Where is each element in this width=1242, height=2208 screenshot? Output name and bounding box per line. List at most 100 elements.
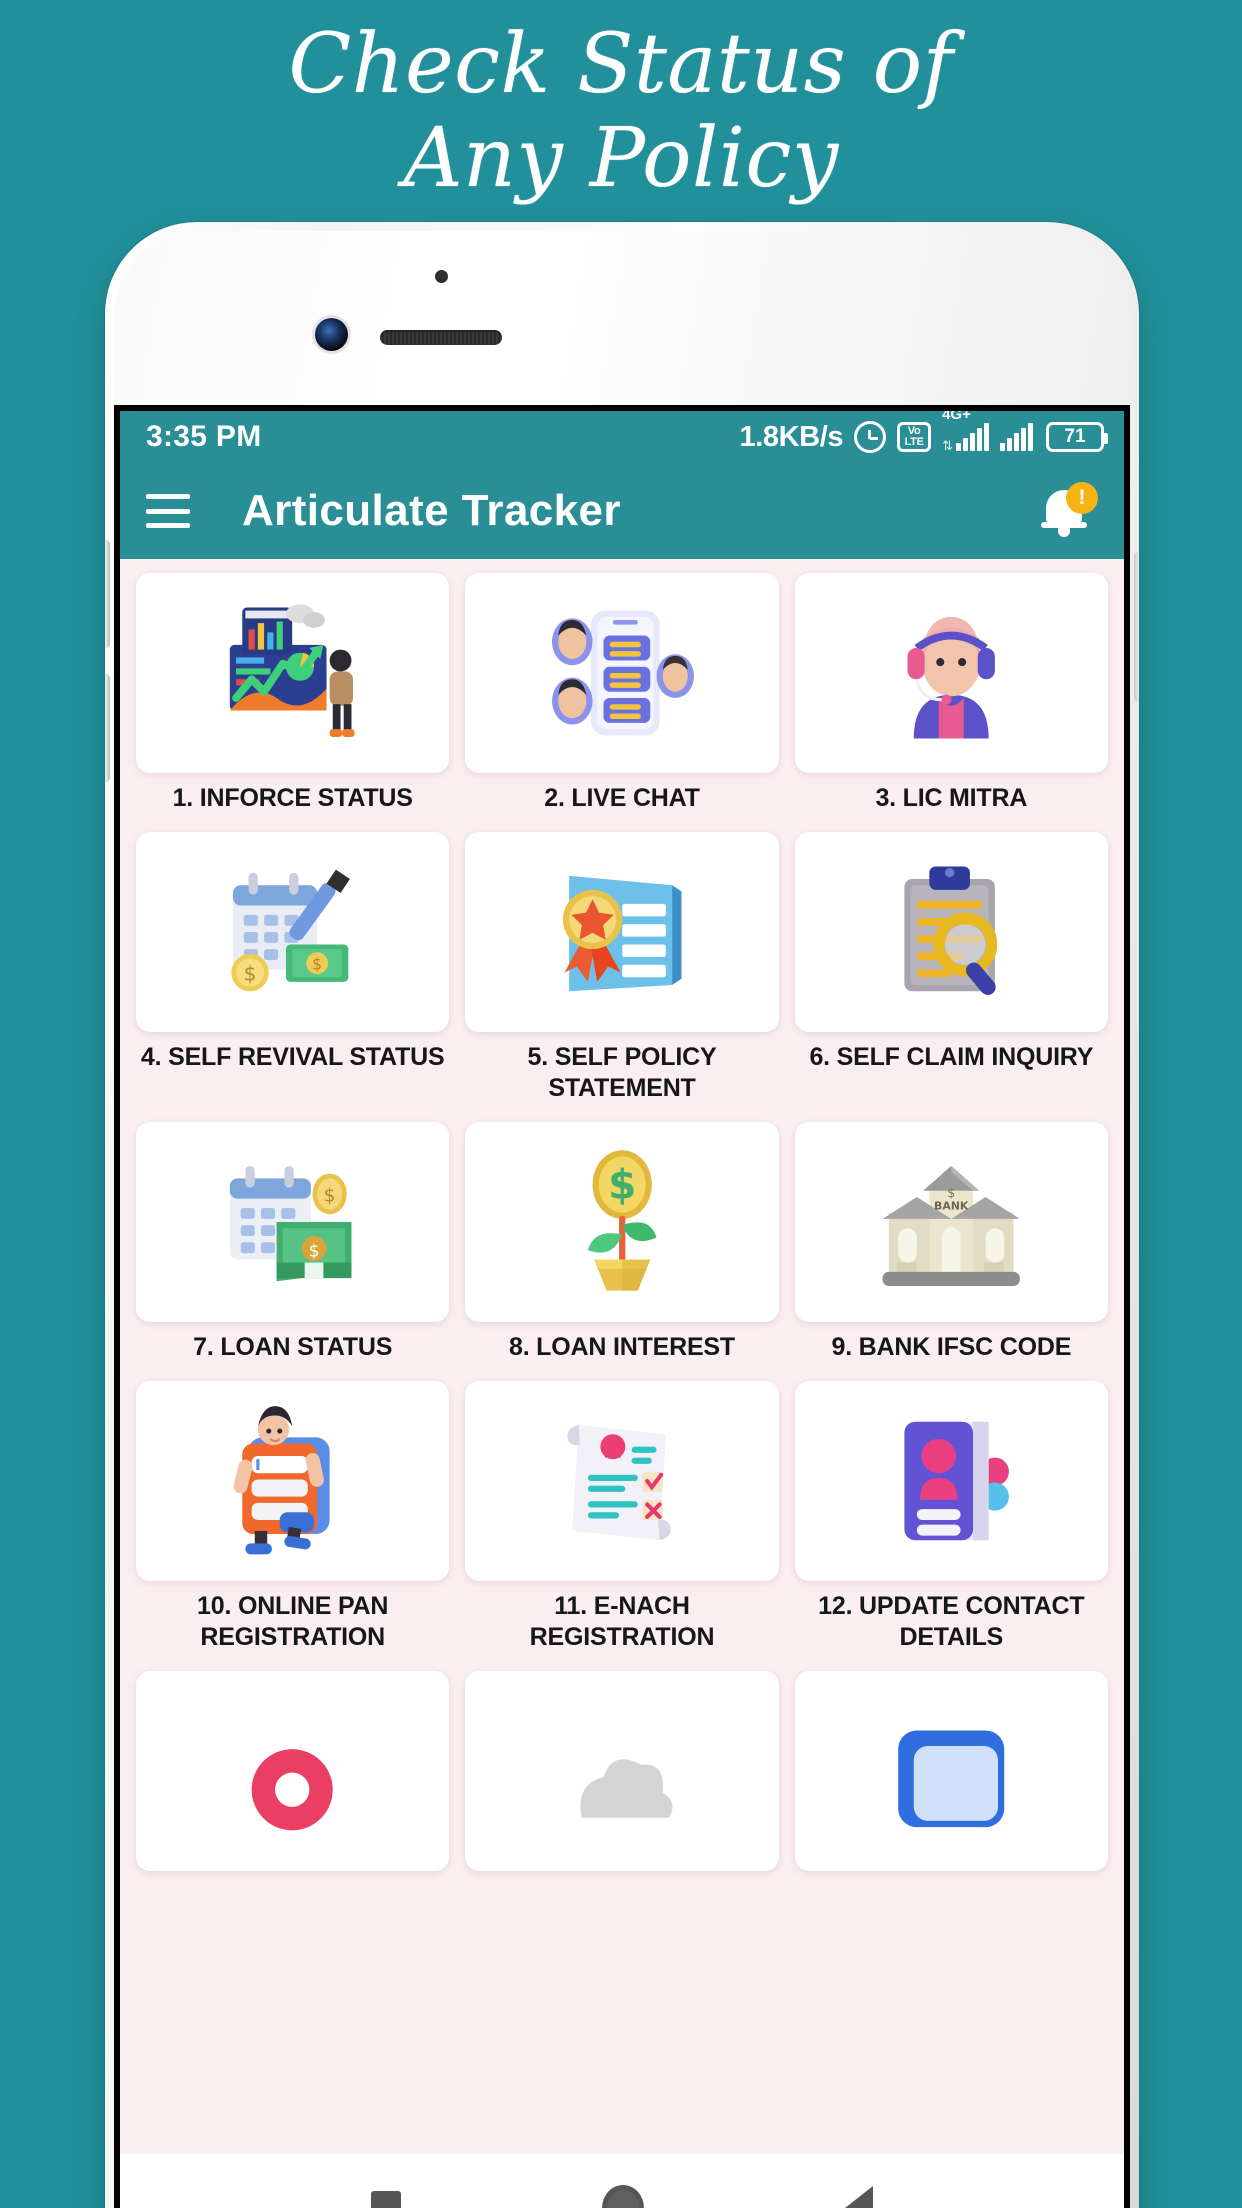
svg-text:$: $ xyxy=(313,955,323,973)
tile-image-card xyxy=(465,832,779,1032)
tile-image-card: $ BANK xyxy=(794,1122,1108,1322)
phone-screen: 3:35 PM 1.8KB/s Vo LTE 4G+ ⇅ 71 Articula… xyxy=(114,405,1130,2208)
grid-item-partial-2[interactable] xyxy=(465,1671,779,1899)
data-transfer-arrows-icon: ⇅ xyxy=(942,438,953,453)
svg-text:$: $ xyxy=(244,961,257,985)
svg-text:BANK: BANK xyxy=(934,1200,969,1213)
phone-device-mockup: 3:35 PM 1.8KB/s Vo LTE 4G+ ⇅ 71 Articula… xyxy=(105,222,1139,2208)
volume-down-button[interactable] xyxy=(105,674,110,782)
tile-image-card xyxy=(465,573,779,773)
contact-book-icon xyxy=(904,1421,1010,1541)
tile-label: 11. E-NACH REGISTRATION xyxy=(529,1592,715,1651)
signal-bars-secondary-icon xyxy=(1000,423,1033,451)
signal-bars-icon xyxy=(956,423,989,451)
signal-bars-icon-2 xyxy=(1000,423,1033,451)
earpiece-speaker xyxy=(380,330,502,345)
volte-bottom-text: LTE xyxy=(904,436,924,448)
android-navigation-bar xyxy=(120,2154,1124,2208)
feature-grid-scroll[interactable]: 1. INFORCE STATUS 2. LIVE CHAT 3. LIC MI… xyxy=(120,559,1124,2154)
battery-icon: 71 xyxy=(1046,422,1108,452)
grid-item-inforce-status[interactable]: 1. INFORCE STATUS xyxy=(136,573,450,832)
signal-bars-primary-icon: 4G+ ⇅ xyxy=(942,411,989,453)
calendar-cash-coin-icon: $ $ xyxy=(230,1165,352,1282)
person-form-registration-icon xyxy=(234,1406,331,1555)
svg-text:$: $ xyxy=(324,1186,336,1207)
money-plant-growth-icon: $ xyxy=(587,1150,657,1291)
volte-icon: Vo LTE xyxy=(897,422,932,452)
calendar-pencil-money-icon: $ $ xyxy=(231,869,351,992)
volume-up-button[interactable] xyxy=(105,540,110,648)
proximity-sensor-icon xyxy=(435,270,448,283)
tile-label: 8. LOAN INTEREST xyxy=(508,1333,735,1361)
tile-image-card: $ xyxy=(465,1122,779,1322)
statistics-chart-presentation-icon xyxy=(230,604,356,737)
headline-line-2: Any Policy xyxy=(403,111,839,206)
clipboard-magnifier-icon xyxy=(904,866,998,995)
grid-item-live-chat[interactable]: 2. LIVE CHAT xyxy=(465,573,779,832)
tile-label: 5. SELF POLICY STATEMENT xyxy=(527,1043,717,1102)
tile-image-card xyxy=(794,1381,1108,1581)
partial-grey-icon xyxy=(580,1759,673,1818)
svg-text:$: $ xyxy=(309,1241,320,1261)
grid-item-loan-interest[interactable]: $ 8. LOAN INTEREST xyxy=(465,1122,779,1381)
tile-image-card xyxy=(794,832,1108,1032)
tile-label: 2. LIVE CHAT xyxy=(544,784,700,812)
customer-support-headset-icon xyxy=(907,616,996,739)
feature-grid: 1. INFORCE STATUS 2. LIVE CHAT 3. LIC MI… xyxy=(136,573,1108,1899)
status-bar: 3:35 PM 1.8KB/s Vo LTE 4G+ ⇅ 71 xyxy=(120,411,1124,463)
back-triangle-icon[interactable] xyxy=(845,2186,874,2208)
tile-image-card: $ $ xyxy=(136,832,450,1032)
tile-label: 3. LIC MITRA xyxy=(875,784,1028,812)
network-type-text: 4G+ xyxy=(942,411,971,423)
chat-bubbles-phone-icon xyxy=(551,610,694,736)
page-title: Articulate Tracker xyxy=(242,486,621,535)
grid-item-partial-3[interactable] xyxy=(794,1671,1108,1899)
grid-item-self-revival-status[interactable]: $ $ 4. SELF REVIVAL STATUS xyxy=(136,832,450,1122)
grid-item-bank-ifsc-code[interactable]: $ BANK 9. BANK IFSC CODE xyxy=(794,1122,1108,1381)
grid-item-lic-mitra[interactable]: 3. LIC MITRA xyxy=(794,573,1108,832)
tile-label: 6. SELF CLAIM INQUIRY xyxy=(809,1043,1094,1071)
tile-label: 4. SELF REVIVAL STATUS xyxy=(140,1043,445,1071)
recents-square-icon[interactable] xyxy=(370,2191,401,2208)
svg-text:$: $ xyxy=(608,1161,636,1209)
tile-image-card xyxy=(465,1381,779,1581)
tile-label: 9. BANK IFSC CODE xyxy=(831,1333,1072,1361)
partial-pink-icon xyxy=(252,1749,334,1831)
tile-label: 1. INFORCE STATUS xyxy=(172,784,413,812)
bank-building-icon: $ BANK xyxy=(882,1165,1020,1286)
headline-line-1: Check Status of xyxy=(288,17,954,112)
status-bar-time: 3:35 PM xyxy=(146,420,262,453)
app-bar: Articulate Tracker ! xyxy=(120,463,1124,559)
front-camera-icon xyxy=(315,318,348,351)
notification-button[interactable]: ! xyxy=(1040,482,1098,540)
grid-item-update-contact-details[interactable]: 12. UPDATE CONTACT DETAILS xyxy=(794,1381,1108,1671)
grid-item-self-claim-inquiry[interactable]: 6. SELF CLAIM INQUIRY xyxy=(794,832,1108,1122)
grid-item-loan-status[interactable]: $ $ 7. LOAN STATUS xyxy=(136,1122,450,1381)
tile-image-card: $ $ xyxy=(136,1122,450,1322)
tile-image-card xyxy=(136,1671,450,1871)
hamburger-menu-icon[interactable] xyxy=(146,494,190,528)
grid-item-partial-1[interactable] xyxy=(136,1671,450,1899)
power-button[interactable] xyxy=(1134,552,1139,702)
tile-image-card xyxy=(794,573,1108,773)
tile-label: 12. UPDATE CONTACT DETAILS xyxy=(818,1592,1085,1651)
document-checklist-icon xyxy=(567,1424,671,1541)
partial-blue-card-icon xyxy=(898,1730,1005,1828)
certificate-badge-icon xyxy=(562,875,682,992)
tile-image-card xyxy=(136,1381,450,1581)
tile-image-card xyxy=(794,1671,1108,1871)
home-circle-icon[interactable] xyxy=(601,2185,644,2208)
alarm-clock-icon xyxy=(854,421,887,453)
tile-image-card xyxy=(465,1671,779,1871)
notification-badge: ! xyxy=(1066,482,1098,514)
tile-label: 10. ONLINE PAN REGISTRATION xyxy=(197,1592,389,1651)
battery-level-text: 71 xyxy=(1064,426,1086,447)
tile-image-card xyxy=(136,573,450,773)
grid-item-self-policy-statement[interactable]: 5. SELF POLICY STATEMENT xyxy=(465,832,779,1122)
svg-text:$: $ xyxy=(947,1185,955,1200)
grid-item-online-pan-registration[interactable]: 10. ONLINE PAN REGISTRATION xyxy=(136,1381,450,1671)
network-speed-text: 1.8KB/s xyxy=(739,420,844,453)
promo-headline: Check Status of Any Policy xyxy=(0,18,1242,206)
grid-item-e-nach-registration[interactable]: 11. E-NACH REGISTRATION xyxy=(465,1381,779,1671)
tile-label: 7. LOAN STATUS xyxy=(193,1333,393,1361)
